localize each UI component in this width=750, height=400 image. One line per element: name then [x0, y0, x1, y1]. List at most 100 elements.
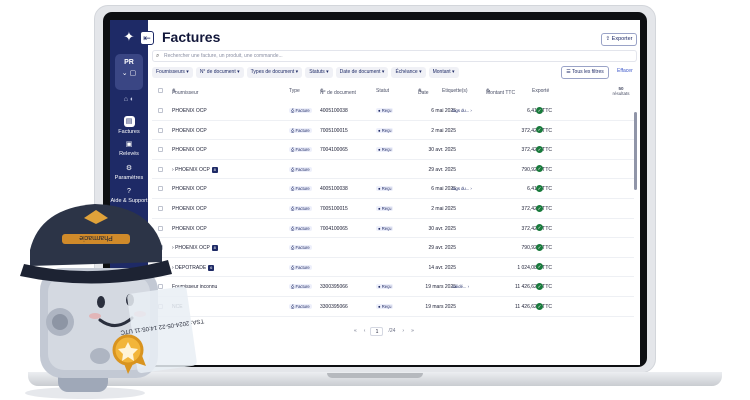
- table-row[interactable]: PHOENIX OCP ⎙ Facture 7004100065 ● Reçu 30 a…: [152, 219, 634, 239]
- sidebar-item-label: Relevés: [119, 151, 139, 157]
- exported-check-icon: ✓: [536, 145, 543, 153]
- type-label: Facture: [295, 284, 310, 290]
- status-label: Reçu: [381, 304, 392, 309]
- status-label: Reçu: [381, 186, 392, 192]
- select-all-checkbox[interactable]: [158, 88, 163, 95]
- filter-types[interactable]: Types de document ▾: [246, 67, 303, 78]
- table-row[interactable]: PHOENIX OCP ⎙ Facture 4005100038 ● Reçu 6 ma…: [152, 101, 634, 121]
- col-fournisseur[interactable]: Fournisseur ⇅: [172, 88, 198, 96]
- col-statut: Statut: [376, 88, 390, 94]
- type-badge: ⎙ Facture: [289, 206, 312, 211]
- group-count-badge: 8: [211, 245, 218, 252]
- type-badge: ⎙ Facture: [289, 186, 312, 192]
- type-label: Facture: [295, 108, 310, 113]
- filter-label: Montant: [432, 69, 451, 75]
- export-button[interactable]: ⇪ Exporter: [601, 33, 637, 46]
- type-label: Facture: [295, 245, 310, 251]
- col-numero[interactable]: N° de document ⇅: [320, 88, 356, 96]
- supplier-name: PHOENIX OCP: [172, 127, 207, 134]
- type-badge: ⎙ Facture: [289, 264, 312, 270]
- last-page-button[interactable]: »: [409, 327, 416, 336]
- filter-numero[interactable]: N° de document ▾: [195, 67, 244, 78]
- table-row[interactable]: PHOENIX OCP ⎙ Facture 4005100038 ● Reçu 6 ma…: [152, 179, 634, 199]
- date-cell: 2 mai 2025: [431, 127, 456, 134]
- user-menu[interactable]: PR ⌄ ▢: [115, 54, 143, 90]
- all-filters-button[interactable]: ☰ Tous les filtres: [561, 66, 609, 79]
- table-row[interactable]: PHOENIX OCP ⎙ Facture 7004100065 ● Reçu 30 a…: [152, 140, 634, 160]
- date-cell: 19 mars 2025: [425, 304, 456, 310]
- status-badge: ● Reçu: [376, 284, 394, 290]
- filter-montant[interactable]: Montant ▾: [428, 67, 459, 78]
- amount-cell: 372,42 € TTC: [521, 127, 552, 134]
- collapse-sidebar-button[interactable]: ⇤: [140, 31, 154, 45]
- col-date[interactable]: Date ⇅: [418, 88, 429, 96]
- supplier-cell: PHOENIX OCP: [172, 108, 207, 114]
- scrollbar[interactable]: [634, 112, 637, 190]
- cap-text: Pharmacie: [79, 234, 113, 241]
- table-row[interactable]: Fournisseur inconnu ⎙ Facture 3300395066 ● …: [152, 277, 634, 297]
- table-row[interactable]: › PHOENIX OCP 8 ⎙ Facture 29 avr. 2025 790,9…: [152, 238, 634, 258]
- col-label: Montant TTC: [486, 90, 516, 96]
- amount-cell: 790,92 € TTC: [521, 166, 552, 173]
- doc-number: 7005100015: [320, 206, 348, 212]
- filter-echeance[interactable]: Échéance ▾: [391, 67, 426, 78]
- sidebar-item-factures[interactable]: ▤ Factures: [110, 116, 148, 135]
- search-placeholder: Rechercher une facture, un produit, une …: [164, 53, 283, 59]
- doc-number: 3300395066: [320, 304, 348, 310]
- row-checkbox[interactable]: [158, 108, 163, 113]
- type-label: Facture: [295, 304, 310, 309]
- tag-cell[interactable]: tags du... ›: [452, 108, 472, 113]
- type-label: Facture: [295, 127, 310, 133]
- amount-cell: 11 426,62 € TTC: [514, 284, 552, 291]
- tag-label: tags du...: [452, 108, 470, 113]
- table-row[interactable]: PHOENIX OCP ⎙ Facture 7005100015 ● Reçu 2 ma…: [152, 121, 634, 141]
- chevron-down-icon: ⌄ ▢: [121, 70, 137, 77]
- col-montant[interactable]: Montant TTC ⇅: [486, 88, 515, 96]
- type-label: Facture: [295, 206, 310, 211]
- date-cell: 6 mai 2025: [431, 186, 456, 193]
- page-input[interactable]: 1: [370, 327, 384, 336]
- row-checkbox[interactable]: [158, 166, 163, 172]
- status-badge: ● Reçu: [376, 108, 394, 113]
- doc-number: 7004100065: [320, 147, 348, 154]
- next-page-button[interactable]: ›: [400, 327, 406, 336]
- prev-page-button[interactable]: ‹: [362, 327, 368, 336]
- exported-check-icon: ✓: [536, 106, 543, 114]
- filter-label: Types de document: [250, 69, 295, 75]
- laptop-notch: [327, 373, 423, 378]
- sidebar-item-parametres[interactable]: ⚙ Paramètres: [110, 164, 148, 181]
- clear-filters-link[interactable]: Effacer: [617, 68, 633, 74]
- shortcut-icons[interactable]: ⌂ ◐: [115, 96, 143, 108]
- filter-statuts[interactable]: Statuts ▾: [305, 67, 333, 78]
- status-label: Reçu: [381, 127, 392, 133]
- first-page-button[interactable]: «: [352, 327, 359, 336]
- filter-label: N° de document: [199, 69, 236, 75]
- table-row[interactable]: PHOENIX OCP ⎙ Facture 7005100015 ● Reçu 2 ma…: [152, 199, 634, 219]
- status-badge: ● Reçu: [376, 304, 394, 309]
- supplier-name: PHOENIX OCP: [172, 147, 207, 154]
- tag-cell[interactable]: validé... ›: [452, 284, 469, 289]
- doc-number: 7005100015: [320, 127, 348, 134]
- status-badge: ● Reçu: [376, 147, 394, 153]
- row-checkbox[interactable]: [158, 147, 163, 153]
- filter-fournisseurs[interactable]: Fournisseurs ▾: [152, 67, 193, 78]
- doc-number: 4005100038: [320, 108, 348, 114]
- status-badge: ● Reçu: [376, 127, 394, 133]
- page-title: Factures: [162, 29, 221, 45]
- table-row[interactable]: › DEPOTRADE 6 ⎙ Facture 14 avr. 2025 1 024,0…: [152, 258, 634, 278]
- filter-date[interactable]: Date de document ▾: [335, 67, 389, 78]
- table-row[interactable]: › PHOENIX OCP 8 ⎙ Facture 29 avr. 2025 790,9…: [152, 160, 634, 180]
- type-badge: ⎙ Facture: [289, 284, 312, 290]
- tag-cell[interactable]: tags du... ›: [452, 186, 472, 191]
- table-row[interactable]: NCE⎙ Facture3300395066● Reçu19 mars 2025…: [152, 297, 634, 317]
- row-checkbox[interactable]: [158, 127, 163, 133]
- date-cell: 30 avr. 2025: [428, 225, 456, 232]
- sidebar-item-releves[interactable]: ▣ Relevés: [110, 140, 148, 157]
- document-icon: ▤: [123, 116, 135, 127]
- robot-mascot: Pharmacie TSA: 2024-05-22 14:05:11 UTC: [20, 204, 204, 399]
- status-badge: ● Reçu: [376, 225, 394, 231]
- group-count-badge: 8: [211, 166, 218, 173]
- status-label: Reçu: [381, 284, 392, 290]
- col-label: Fournisseur: [172, 90, 199, 96]
- search-input[interactable]: ⌕ Rechercher une facture, un produit, un…: [152, 50, 637, 62]
